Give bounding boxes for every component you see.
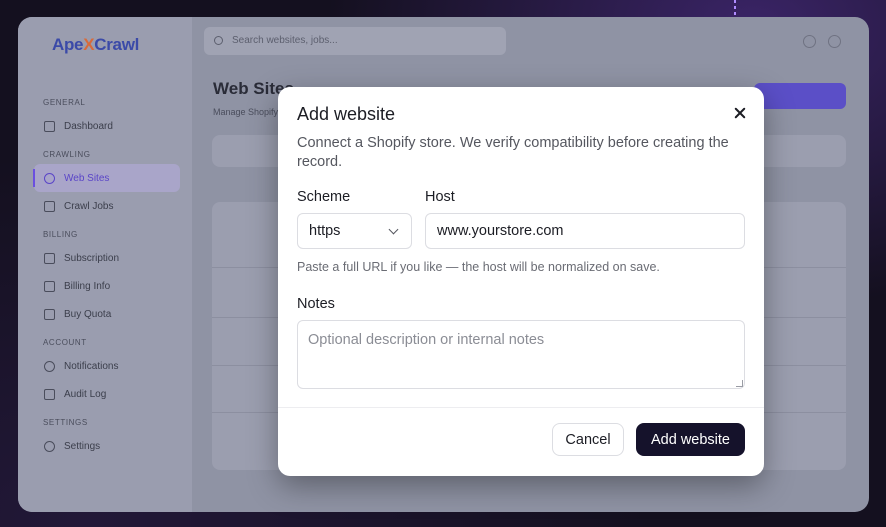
dialog-footer-divider [278,407,764,408]
scheme-selected-value: https [309,223,341,239]
modal-overlay: Add website Connect a Shopify store. We … [0,0,886,527]
host-hint: Paste a full URL if you like — the host … [297,260,660,274]
notes-label: Notes [297,296,335,312]
host-input[interactable] [425,213,745,249]
resize-handle-icon[interactable] [736,380,743,387]
add-website-button[interactable]: Add website [636,423,745,456]
cancel-button[interactable]: Cancel [552,423,624,456]
add-website-dialog: Add website Connect a Shopify store. We … [278,87,764,476]
scheme-label: Scheme [297,189,351,205]
notes-textarea[interactable] [297,320,745,389]
close-icon[interactable] [730,103,750,123]
chevron-down-icon [388,224,399,235]
dialog-description: Connect a Shopify store. We verify compa… [297,135,729,170]
scheme-select[interactable]: https [297,213,412,249]
dialog-title: Add website [297,104,396,124]
host-label: Host [425,189,455,205]
